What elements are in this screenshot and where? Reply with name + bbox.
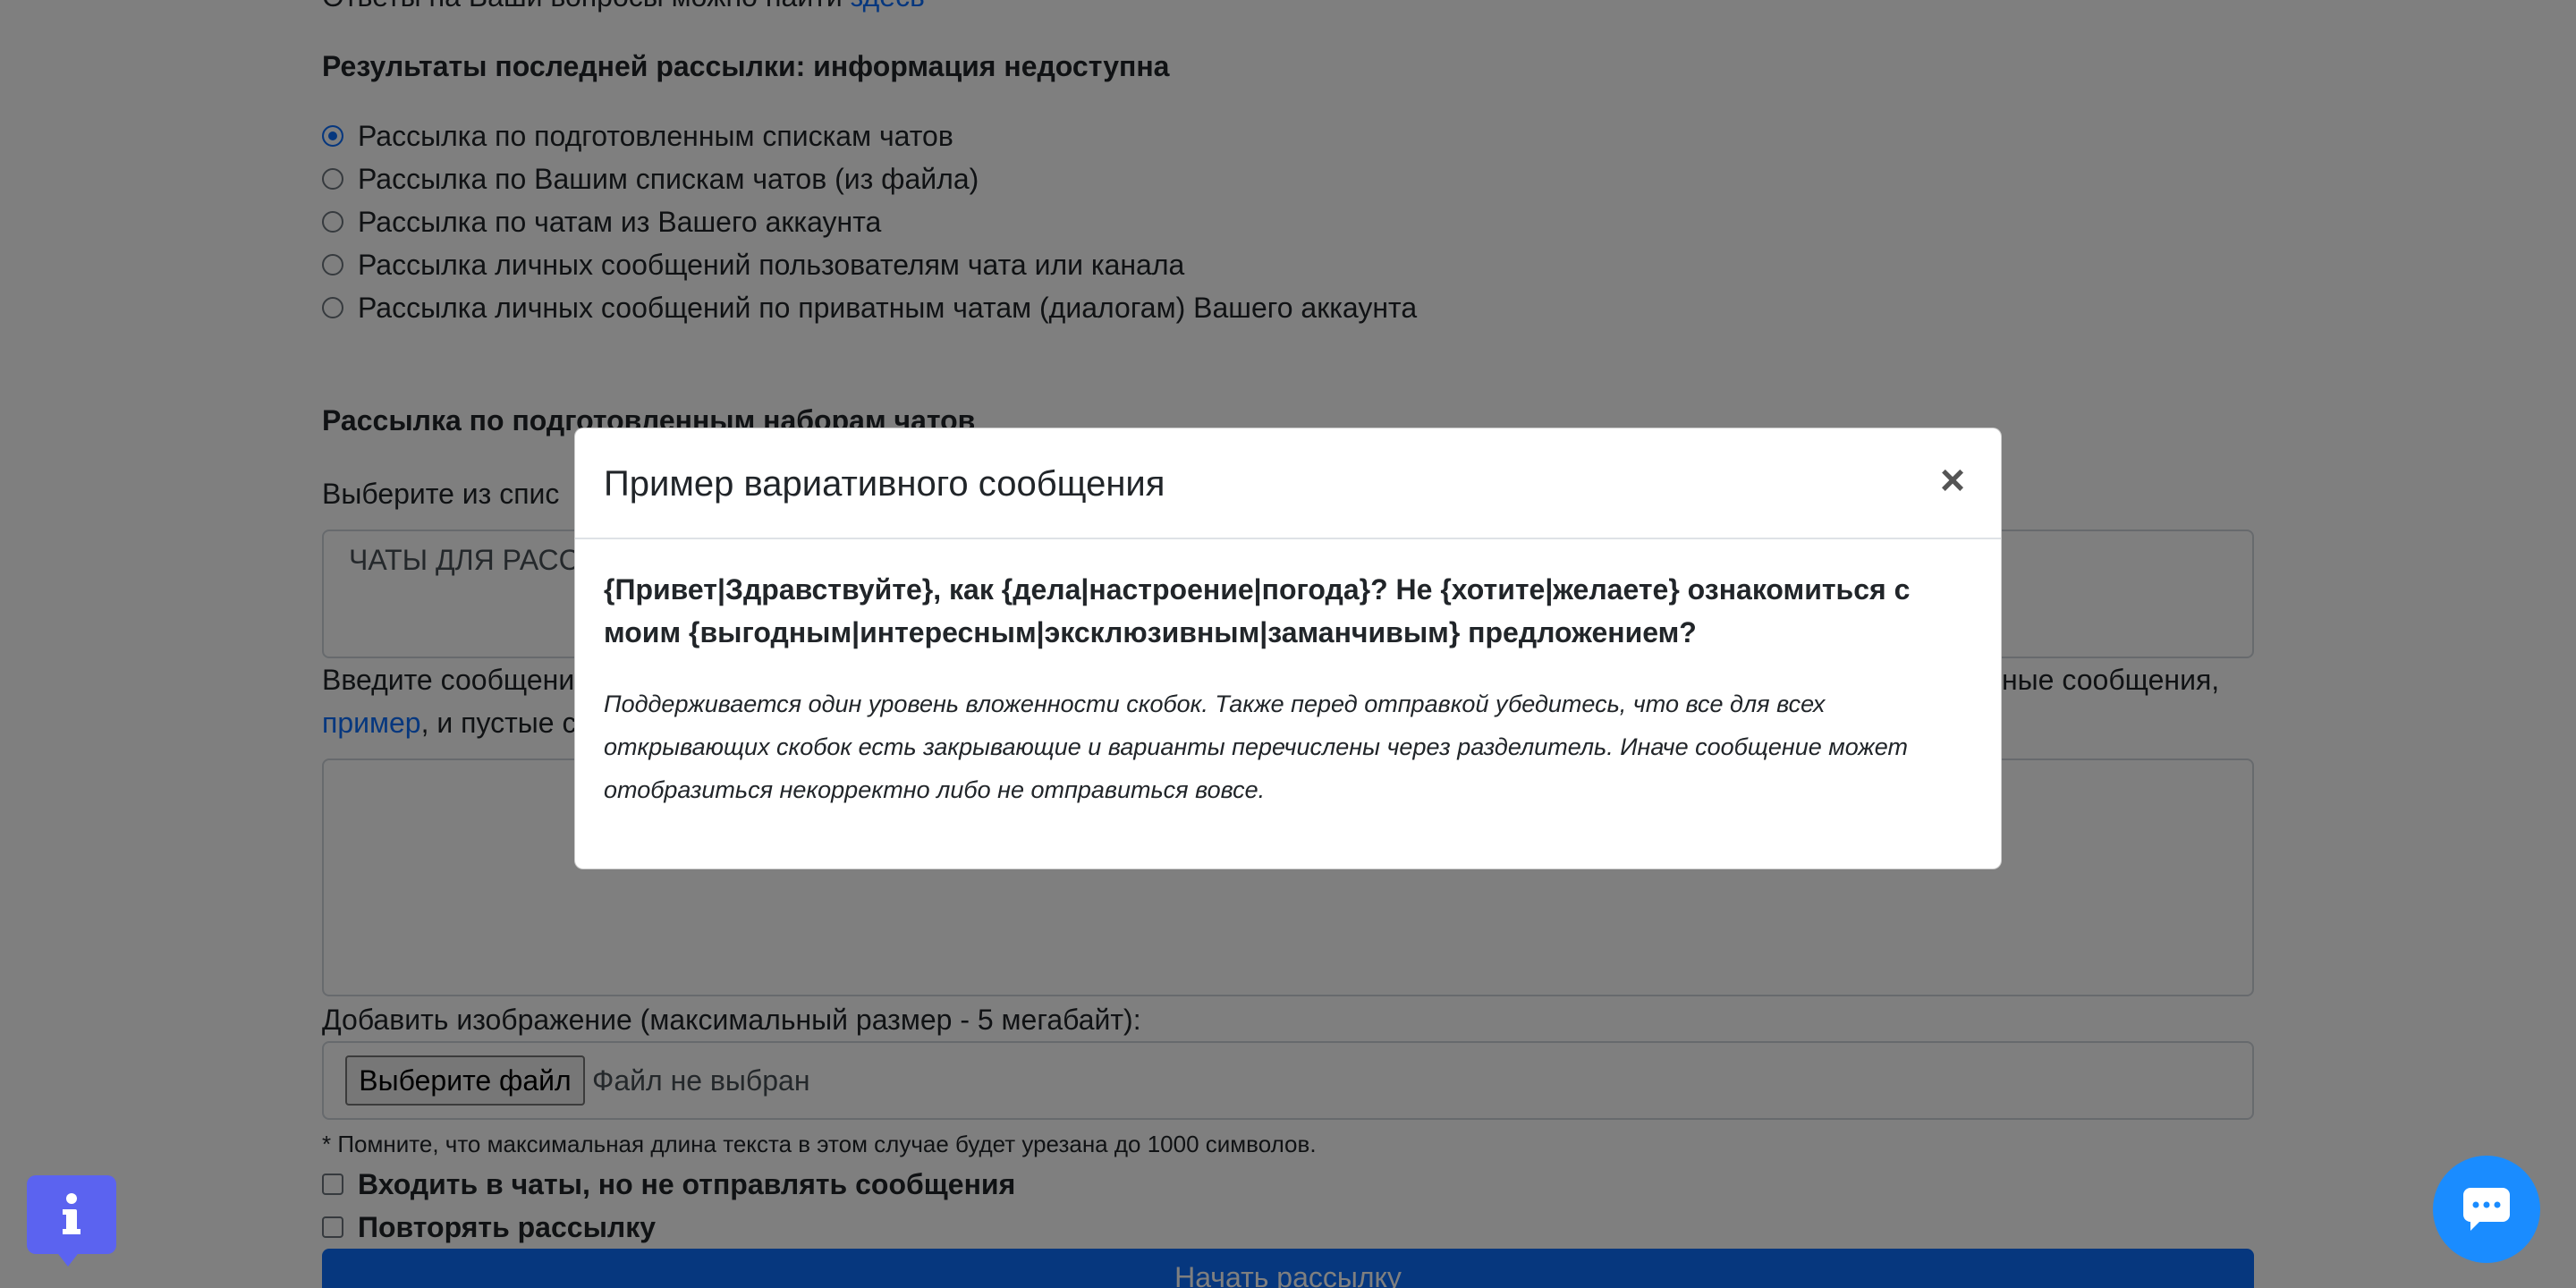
modal-example-text: {Привет|Здравствуйте}, как {дела|настрое… [604, 573, 1911, 648]
modal-title: Пример вариативного сообщения [604, 464, 1165, 504]
info-icon [63, 1193, 80, 1234]
chat-widget[interactable] [2433, 1156, 2540, 1263]
info-widget-tail [55, 1250, 80, 1267]
modal-header: Пример вариативного сообщения × [575, 428, 2001, 539]
chat-bubble-icon [2463, 1188, 2510, 1231]
modal-note: Поддерживается один уровень вложенности … [604, 691, 1908, 803]
modal-body: {Привет|Здравствуйте}, как {дела|настрое… [604, 568, 1981, 811]
info-widget[interactable] [27, 1175, 116, 1254]
variative-message-modal: Пример вариативного сообщения × {Привет|… [574, 428, 2002, 869]
close-icon[interactable]: × [1931, 455, 1974, 505]
